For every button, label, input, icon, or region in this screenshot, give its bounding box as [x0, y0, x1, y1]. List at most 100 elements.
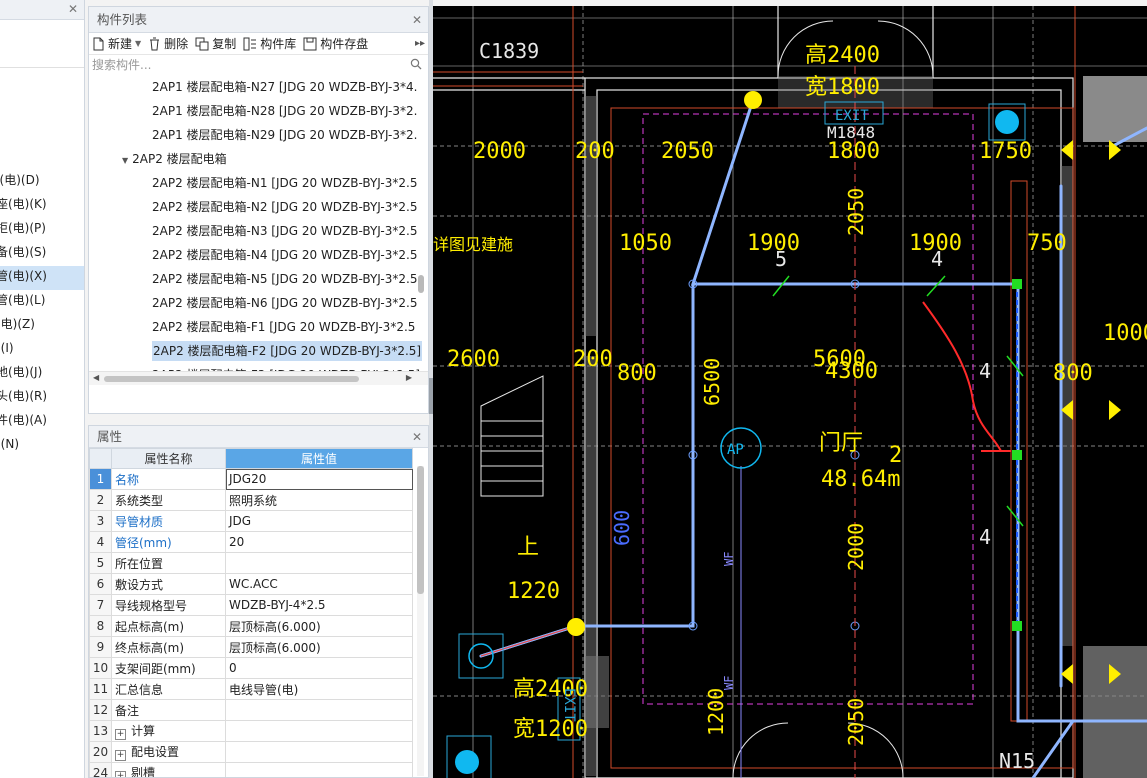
chevron-down-icon[interactable]: ▼: [135, 39, 141, 48]
component-search: [89, 55, 428, 75]
property-value[interactable]: [225, 699, 413, 721]
property-row[interactable]: 12 备注: [89, 699, 413, 721]
ceiling-fan-icon[interactable]: [455, 750, 479, 774]
close-icon[interactable]: ✕: [68, 2, 78, 16]
property-value[interactable]: 层顶标高(6.000): [225, 636, 413, 658]
scrollbar-thumb[interactable]: [104, 376, 359, 382]
component-list-item[interactable]: 2AP2 楼层配电箱-N4 [JDG 20 WDZB-BYJ-3*2.5: [89, 243, 428, 267]
property-row[interactable]: 4 管径(mm) 20: [89, 531, 413, 553]
search-icon[interactable]: [410, 58, 422, 70]
tree-item[interactable]: 构件(电)(A): [0, 410, 84, 434]
component-list-item[interactable]: 2AP2 楼层配电箱-N2 [JDG 20 WDZB-BYJ-3*2.5: [89, 195, 428, 219]
property-name-label: 系统类型: [115, 493, 164, 508]
component-save-button[interactable]: 构件存盘: [303, 35, 368, 52]
property-value[interactable]: 0: [225, 657, 413, 679]
expand-plus-icon[interactable]: +: [115, 729, 126, 740]
component-list-item[interactable]: 2AP1 楼层配电箱-N27 [JDG 20 WDZB-BYJ-3*4.: [89, 75, 428, 99]
expand-plus-icon[interactable]: +: [115, 750, 126, 761]
property-row[interactable]: 6 敷设方式 WC.ACC: [89, 573, 413, 595]
property-value[interactable]: JDG20: [225, 468, 413, 490]
component-list-vertical-scrollbar[interactable]: [418, 275, 424, 293]
component-list-item[interactable]: 2AP2 楼层配电箱-N1 [JDG 20 WDZB-BYJ-3*2.5: [89, 171, 428, 195]
property-name-label: 导线规格型号: [115, 598, 188, 613]
component-list-item[interactable]: 2AP1 楼层配电箱-N28 [JDG 20 WDZB-BYJ-3*2.: [89, 99, 428, 123]
property-value[interactable]: WC.ACC: [225, 573, 413, 595]
window-c1839-label: C1839: [479, 39, 539, 63]
property-row[interactable]: 13 + 计算: [89, 720, 413, 742]
property-value[interactable]: [225, 552, 413, 574]
close-icon[interactable]: ✕: [412, 426, 422, 448]
property-row[interactable]: 5 所在位置: [89, 552, 413, 574]
markup-arrow: [922, 301, 1011, 452]
property-row[interactable]: 11 汇总信息 电线导管(电): [89, 678, 413, 700]
tree-item[interactable]: J具(电)(D): [0, 170, 84, 194]
component-library-button[interactable]: 构件库: [243, 35, 296, 52]
tree-item[interactable]: 插座(电)(K): [0, 194, 84, 218]
row-index: 24: [89, 762, 112, 777]
property-row[interactable]: 7 导线规格型号 WDZB-BYJ-4*2.5: [89, 594, 413, 616]
delete-button[interactable]: 删除: [148, 35, 188, 52]
new-button[interactable]: 新建 ▼: [91, 35, 141, 52]
property-row[interactable]: 1 名称 JDG20: [89, 468, 413, 490]
tree-item[interactable]: 等管(电)(L): [0, 290, 84, 314]
property-value[interactable]: 电线导管(电): [225, 678, 413, 700]
property-name-label: 支架间距(mm): [115, 661, 196, 676]
component-list-horizontal-scrollbar[interactable]: ◀ ▶: [89, 371, 428, 385]
component-list-item[interactable]: 2AP1 楼层配电箱-N29 [JDG 20 WDZB-BYJ-3*2.: [89, 123, 428, 147]
door-m1848-label: M1848: [827, 123, 875, 142]
copy-button[interactable]: 复制: [195, 35, 236, 52]
toolbar-overflow-icon[interactable]: ▸▸: [415, 38, 425, 49]
component-group[interactable]: ▼ 2AP2 楼层配电箱: [89, 147, 428, 171]
property-row[interactable]: 2 系统类型 照明系统: [89, 489, 413, 511]
tree-item[interactable]: 接地(电)(J): [0, 362, 84, 386]
close-icon[interactable]: ✕: [412, 7, 422, 33]
property-value[interactable]: [225, 762, 413, 777]
property-row[interactable]: 8 起点标高(m) 层顶标高(6.000): [89, 615, 413, 637]
walls: [433, 6, 1074, 778]
tree-item[interactable]: 接头(电)(R): [0, 386, 84, 410]
cad-drawing-canvas[interactable]: AP 2000 200 2050 1800 1750 1050 1900 190…: [433, 6, 1147, 778]
property-value[interactable]: WDZB-BYJ-4*2.5: [225, 594, 413, 616]
property-value[interactable]: [225, 741, 413, 763]
property-value[interactable]: 照明系统: [225, 489, 413, 511]
property-row[interactable]: 24 + 剔槽: [89, 762, 413, 777]
property-value[interactable]: 层顶标高(6.000): [225, 615, 413, 637]
property-name: 支架间距(mm): [111, 657, 226, 679]
expand-plus-icon[interactable]: +: [115, 771, 126, 777]
light-fixture-icon[interactable]: [744, 91, 762, 109]
component-list-item[interactable]: 2AP2 楼层配电箱-F1 [JDG 20 WDZB-BYJ-3*2.5: [89, 315, 428, 339]
component-list-item[interactable]: 2AP2 楼层配电箱-N5 [JDG 20 WDZB-BYJ-3*2.5: [89, 267, 428, 291]
property-value[interactable]: 20: [225, 531, 413, 553]
scroll-right-icon[interactable]: ▶: [406, 373, 412, 382]
property-row[interactable]: 10 支架间距(mm) 0: [89, 657, 413, 679]
ceiling-fan-icon[interactable]: [995, 110, 1019, 134]
dim-2000-vertical: 2000: [844, 523, 868, 571]
dim-6500: 6500: [700, 358, 724, 406]
component-list-item[interactable]: 2AP2 楼层配电箱-N6 [JDG 20 WDZB-BYJ-3*2.5: [89, 291, 428, 315]
tree-item[interactable]: 线(电)(Z): [0, 314, 84, 338]
property-row[interactable]: 9 终点标高(m) 层顶标高(6.000): [89, 636, 413, 658]
tree-item[interactable]: 电)(N): [0, 434, 84, 458]
tree-item[interactable]: 电)(I): [0, 338, 84, 362]
property-value[interactable]: [225, 720, 413, 742]
scrollbar-thumb[interactable]: [417, 466, 424, 594]
dim-2000: 2000: [473, 139, 526, 164]
tree-item[interactable]: 导管(电)(X): [0, 266, 84, 290]
properties-vertical-scrollbar[interactable]: [417, 466, 424, 776]
component-list-item[interactable]: 2AP2 楼层配电箱-N3 [JDG 20 WDZB-BYJ-3*2.5: [89, 219, 428, 243]
property-name-label: 所在位置: [115, 556, 164, 571]
component-list-item[interactable]: 2AP2 楼层配电箱-F2 [JDG 20 WDZB-BYJ-3*2.5]: [89, 339, 428, 363]
property-value[interactable]: JDG: [225, 510, 413, 532]
wire-count-4a: 4: [931, 247, 943, 271]
tree-item[interactable]: 箱柜(电)(P): [0, 218, 84, 242]
component-item-label: 2AP1 楼层配电箱-N27 [JDG 20 WDZB-BYJ-3*4.: [152, 80, 418, 94]
expand-triangle-icon[interactable]: ▼: [122, 156, 128, 165]
property-row[interactable]: 3 导管材质 JDG: [89, 510, 413, 532]
height-2400-top: 高2400: [805, 43, 880, 68]
property-name: 导管材质: [111, 510, 226, 532]
property-row[interactable]: 20 + 配电设置: [89, 741, 413, 763]
tree-item[interactable]: 设备(电)(S): [0, 242, 84, 266]
scroll-left-icon[interactable]: ◀: [93, 373, 99, 382]
light-fixture-icon[interactable]: [567, 618, 585, 636]
component-search-input[interactable]: [89, 55, 428, 75]
